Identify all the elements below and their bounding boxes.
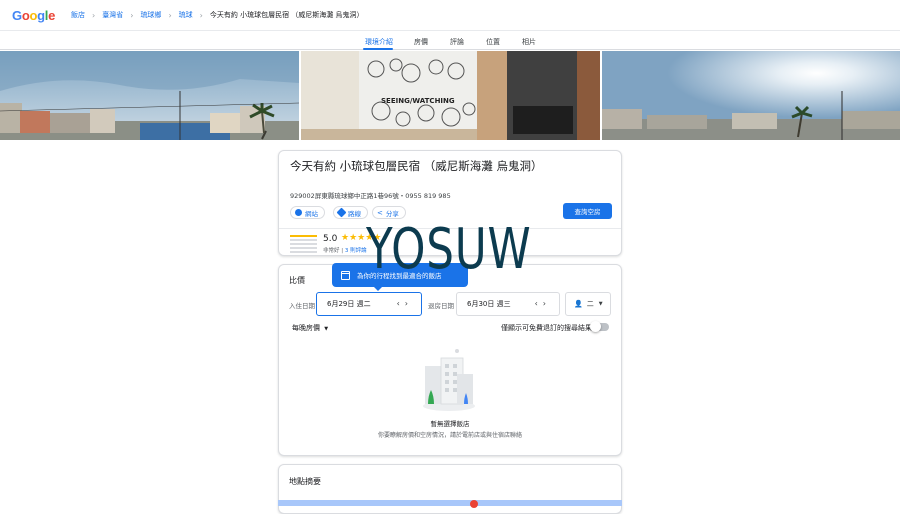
free-cancel-toggle[interactable] [590, 321, 609, 332]
free-cancel-label: 僅顯示可免費退訂的搜尋結果 [501, 324, 592, 332]
checkout-label: 退房日期 [428, 302, 454, 310]
chevron-right-icon: › [92, 10, 96, 20]
website-button[interactable]: 網站 [290, 206, 325, 219]
hotel-empty-illustration-icon [423, 349, 475, 411]
photo-gallery: SEEING/WATCHING [0, 51, 900, 140]
photo-view[interactable] [602, 51, 900, 140]
directions-button[interactable]: 路線 [333, 206, 368, 219]
person-icon: 👤 [574, 300, 583, 308]
chevron-right-icon: › [130, 10, 134, 20]
breadcrumb-current: 今天有約 小琉球包層民宿 （威尼斯海灘 烏鬼洞） [209, 11, 364, 19]
watermark-text: YOSUW [366, 217, 532, 282]
tab-prices[interactable]: 房價 [414, 37, 428, 47]
tab-photos[interactable]: 相片 [522, 37, 536, 47]
logo-letter: e [48, 7, 56, 23]
caret-down-icon: ▼ [324, 326, 329, 332]
breadcrumb-area[interactable]: 琉球 [179, 10, 193, 20]
breadcrumb: 飯店 › 臺灣省 › 琉球鄉 › 琉球 › 今天有約 小琉球包層民宿 （威尼斯海… [71, 10, 364, 20]
check-availability-button[interactable]: 查詢空房 [563, 203, 612, 219]
directions-icon [336, 207, 347, 218]
compare-title: 比價 [289, 276, 305, 285]
logo-letter: g [37, 7, 45, 23]
rating-label: 非常好 | 3 則評論 [323, 248, 367, 254]
hotel-title: 今天有約 小琉球包層民宿 （威尼斯海灘 烏鬼洞） [290, 159, 543, 173]
reviews-link[interactable]: 3 則評論 [345, 248, 367, 254]
empty-state-title: 暫無選擇飯店 [430, 420, 470, 428]
logo-letter: G [12, 7, 22, 23]
map-pin-icon [470, 500, 478, 508]
chevron-down-icon: ▼ [598, 301, 603, 307]
checkin-date-field[interactable]: 6月29日 週二 ‹› [316, 292, 422, 316]
checkin-label: 入住日期 [289, 302, 315, 310]
breadcrumb-province[interactable]: 臺灣省 [102, 10, 123, 20]
lobby-sign-text: SEEING/WATCHING [381, 97, 455, 105]
date-nav-chevrons[interactable]: ‹› [535, 299, 551, 308]
logo-letter: o [29, 7, 38, 23]
share-icon: < [377, 208, 383, 217]
tooltip-arrow [373, 286, 383, 291]
price-sort-dropdown[interactable]: 每晚房價 ▼ [292, 323, 328, 333]
checkout-date-field[interactable]: 6月30日 週三 ‹› [456, 292, 560, 316]
location-title: 地點摘要 [289, 477, 321, 486]
section-tabs: 環境介紹 房價 評論 位置 相片 [0, 30, 900, 50]
hotel-address: 929002屏東縣琉球鄉中正路1巷96號・0955 819 985 [290, 192, 451, 200]
breadcrumb-township[interactable]: 琉球鄉 [140, 10, 161, 20]
date-nav-chevrons[interactable]: ‹› [397, 299, 413, 308]
tab-overview[interactable]: 環境介紹 [365, 37, 393, 47]
top-bar: Google 飯店 › 臺灣省 › 琉球鄉 › 琉球 › 今天有約 小琉球包層民… [0, 0, 900, 30]
location-card [278, 464, 622, 514]
chevron-right-icon: › [168, 10, 172, 20]
breadcrumb-hotels[interactable]: 飯店 [71, 10, 85, 20]
tab-location[interactable]: 位置 [486, 37, 500, 47]
guests-selector[interactable]: 👤 二 ▼ [565, 292, 611, 316]
globe-icon [295, 209, 302, 216]
map-preview[interactable] [278, 500, 622, 506]
photo-street-view[interactable] [0, 51, 299, 140]
empty-state-subtitle: 你要瞭解房價和空房情況，請於電前店或與住宿店聯絡 [377, 432, 522, 439]
chevron-right-icon: › [199, 10, 203, 20]
tab-reviews[interactable]: 評論 [450, 37, 464, 47]
calendar-icon [340, 270, 350, 280]
rating-score: 5.0 [323, 234, 338, 244]
google-logo[interactable]: Google [12, 8, 55, 23]
photo-lobby[interactable]: SEEING/WATCHING [301, 51, 600, 140]
rating-distribution [290, 235, 317, 255]
active-tab-indicator [363, 48, 393, 50]
